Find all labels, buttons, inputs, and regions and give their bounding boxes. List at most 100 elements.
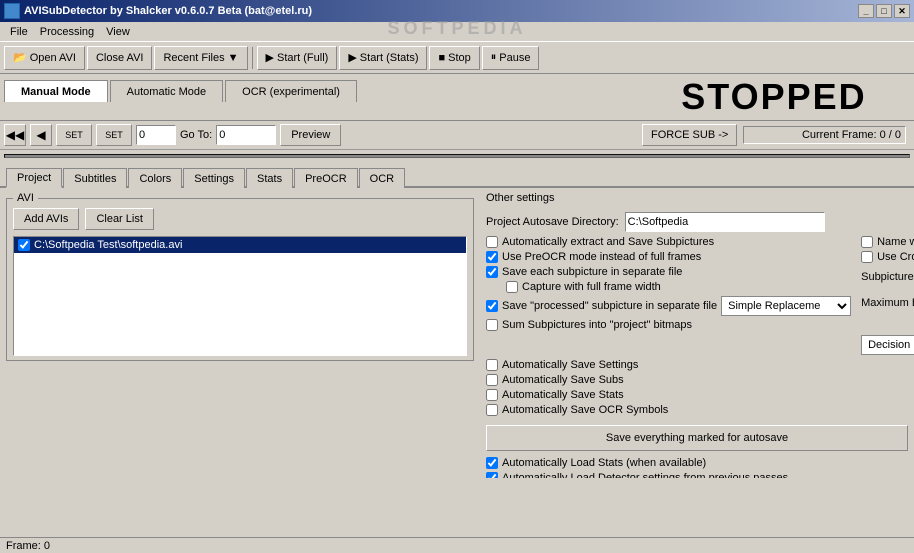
save-processed-checkbox[interactable] xyxy=(486,300,498,312)
mode-tab-ocr[interactable]: OCR (experimental) xyxy=(225,80,357,102)
tab-preocr[interactable]: PreOCR xyxy=(294,168,358,188)
recent-files-button[interactable]: Recent Files ▼ xyxy=(154,46,247,70)
nav-row: ◀◀ ◀ SET SET Go To: Preview xyxy=(0,121,634,149)
clear-list-button[interactable]: Clear List xyxy=(85,208,153,230)
auto-save-left: Automatically Save Settings Automaticall… xyxy=(486,359,668,419)
force-sub-row: FORCE SUB -> Current Frame: 0 / 0 xyxy=(634,121,914,149)
file-path: C:\Softpedia Test\softpedia.avi xyxy=(34,239,182,251)
use-crop-row: Use Crop Dimensions xyxy=(861,251,914,263)
current-frame-display: Current Frame: 0 / 0 xyxy=(743,126,906,144)
nav-prev-button[interactable]: ◀ xyxy=(30,124,52,146)
full-frame-width-row: Capture with full frame width xyxy=(506,281,851,293)
save-each-label: Save each subpicture in separate file xyxy=(502,266,682,278)
sum-subpictures-checkbox[interactable] xyxy=(486,319,498,331)
start-stats-button[interactable]: ▶ Start (Stats) xyxy=(339,46,427,70)
separator-1 xyxy=(252,47,253,69)
play-icon: ▶ xyxy=(266,51,274,64)
sum-subpictures-row: Sum Subpictures into "project" bitmaps xyxy=(486,319,851,331)
nav-back-button[interactable]: ◀◀ xyxy=(4,124,26,146)
use-preocr-checkbox[interactable] xyxy=(486,251,498,263)
auto-load-stats-checkbox[interactable] xyxy=(486,457,498,469)
auto-load-stats-label: Automatically Load Stats (when available… xyxy=(502,457,706,469)
right-panel: Other settings Project Autosave Director… xyxy=(480,188,914,478)
toolbar: 📂 Open AVI Close AVI Recent Files ▼ ▶ St… xyxy=(0,42,914,74)
autosave-dir-label: Project Autosave Directory: xyxy=(486,216,619,228)
right-col: Name with frame number first Use Crop Di… xyxy=(861,236,914,355)
force-sub-button[interactable]: FORCE SUB -> xyxy=(642,124,737,146)
load-checkboxes-section: Automatically Load Stats (when available… xyxy=(486,457,908,478)
titlebar-title: AVISubDetector by Shalcker v0.6.0.7 Beta… xyxy=(24,5,312,17)
mode-tabs-row: Manual Mode Automatic Mode OCR (experime… xyxy=(0,74,634,102)
auto-save-subs-row: Automatically Save Subs xyxy=(486,374,668,386)
use-crop-label: Use Crop Dimensions xyxy=(877,251,914,263)
auto-save-stats-label: Automatically Save Stats xyxy=(502,389,624,401)
set2-button[interactable]: SET xyxy=(96,124,132,146)
other-settings-title: Other settings xyxy=(486,192,908,204)
menubar: File Processing View xyxy=(0,22,914,42)
frame-input-2[interactable] xyxy=(216,125,276,145)
tab-colors[interactable]: Colors xyxy=(128,168,182,188)
file-checkbox[interactable] xyxy=(18,239,30,251)
auto-save-stats-checkbox[interactable] xyxy=(486,389,498,401)
pause-button[interactable]: ⏸ Pause xyxy=(482,46,540,70)
checkbox-two-col: Automatically extract and Save Subpictur… xyxy=(486,236,908,355)
save-each-checkbox[interactable] xyxy=(486,266,498,278)
max-bitmap-row: Maximum Bitmap Height: xyxy=(861,293,914,313)
app-icon xyxy=(4,3,20,19)
autosave-dir-input[interactable] xyxy=(625,212,825,232)
auto-save-subs-checkbox[interactable] xyxy=(486,374,498,386)
tab-ocr[interactable]: OCR xyxy=(359,168,405,188)
mode-tab-automatic[interactable]: Automatic Mode xyxy=(110,80,223,102)
menu-view[interactable]: View xyxy=(100,24,136,40)
scrubber[interactable] xyxy=(0,150,914,166)
close-avi-button[interactable]: Close AVI xyxy=(87,46,153,70)
open-avi-button[interactable]: 📂 Open AVI xyxy=(4,46,85,70)
auto-save-ocr-label: Automatically Save OCR Symbols xyxy=(502,404,668,416)
auto-mode-dropdown[interactable]: Decision Data xyxy=(861,335,914,355)
frame-input-1[interactable] xyxy=(136,125,176,145)
subpicture-margins-row: Subpicture Box Margins: xyxy=(861,267,914,287)
auto-save-settings-row: Automatically Save Settings xyxy=(486,359,668,371)
add-avis-button[interactable]: Add AVIs xyxy=(13,208,79,230)
dropdown-arrow-icon: ▼ xyxy=(228,52,239,64)
left-col: Automatically extract and Save Subpictur… xyxy=(486,236,851,355)
start-full-button[interactable]: ▶ Start (Full) xyxy=(257,46,338,70)
preview-button[interactable]: Preview xyxy=(280,124,341,146)
mode-tab-manual[interactable]: Manual Mode xyxy=(4,80,108,102)
max-bitmap-label: Maximum Bitmap Height: xyxy=(861,297,914,309)
auto-load-detector-checkbox[interactable] xyxy=(486,472,498,478)
processed-dropdown[interactable]: Simple Replaceme xyxy=(721,296,851,316)
auto-save-settings-checkbox[interactable] xyxy=(486,359,498,371)
file-list[interactable]: C:\Softpedia Test\softpedia.avi xyxy=(13,236,467,356)
auto-save-stats-row: Automatically Save Stats xyxy=(486,389,668,401)
stop-icon: ■ xyxy=(438,52,445,64)
auto-save-ocr-row: Automatically Save OCR Symbols xyxy=(486,404,668,416)
auto-load-detector-label: Automatically Load Detector settings fro… xyxy=(502,472,788,478)
use-crop-checkbox[interactable] xyxy=(861,251,873,263)
auto-extract-row: Automatically extract and Save Subpictur… xyxy=(486,236,851,248)
auto-mode-label: Automatic Mode subs: xyxy=(861,321,914,333)
tab-subtitles[interactable]: Subtitles xyxy=(63,168,127,188)
auto-save-ocr-checkbox[interactable] xyxy=(486,404,498,416)
tab-project[interactable]: Project xyxy=(6,168,62,188)
menu-file[interactable]: File xyxy=(4,24,34,40)
list-item[interactable]: C:\Softpedia Test\softpedia.avi xyxy=(14,237,466,253)
close-button[interactable]: ✕ xyxy=(894,4,910,18)
maximize-button[interactable]: □ xyxy=(876,4,892,18)
minimize-button[interactable]: _ xyxy=(858,4,874,18)
auto-mode-section: Automatic Mode subs: Decision Data xyxy=(861,321,914,355)
stop-button[interactable]: ■ Stop xyxy=(429,46,479,70)
left-panel: AVI Add AVIs Clear List C:\Softpedia Tes… xyxy=(0,188,480,478)
name-frame-number-checkbox[interactable] xyxy=(861,236,873,248)
tab-settings[interactable]: Settings xyxy=(183,168,245,188)
set1-button[interactable]: SET xyxy=(56,124,92,146)
menu-processing[interactable]: Processing xyxy=(34,24,100,40)
avi-group-legend: AVI xyxy=(13,192,38,204)
auto-extract-checkbox[interactable] xyxy=(486,236,498,248)
scrubber-track[interactable] xyxy=(4,154,910,158)
stopped-indicator: STOPPED xyxy=(681,76,866,118)
save-processed-row: Save "processed" subpicture in separate … xyxy=(486,296,851,316)
full-frame-width-checkbox[interactable] xyxy=(506,281,518,293)
autosave-button[interactable]: Save everything marked for autosave xyxy=(486,425,908,451)
tab-stats[interactable]: Stats xyxy=(246,168,293,188)
